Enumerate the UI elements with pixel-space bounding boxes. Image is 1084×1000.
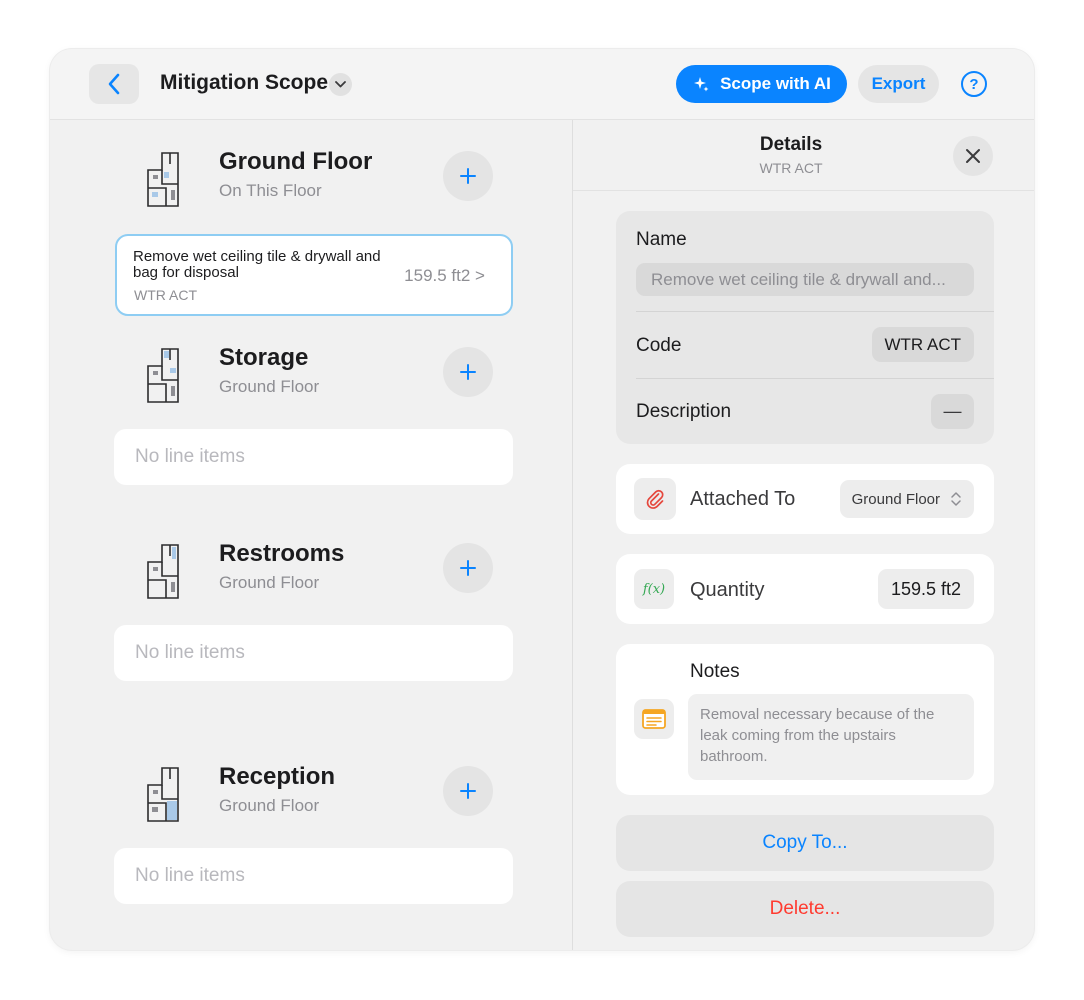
attachment-tile: [634, 478, 676, 520]
description-label: Description: [636, 401, 732, 422]
room-storage: Storage Ground Floor: [50, 344, 572, 414]
room-subtitle: Ground Floor: [219, 573, 320, 592]
notes-tile: [634, 699, 674, 739]
quantity-field[interactable]: 159.5 ft2: [877, 569, 974, 609]
attached-to-label: Attached To: [690, 488, 796, 510]
room-ground-floor: Ground Floor On This Floor: [50, 148, 572, 218]
empty-label: No line items: [135, 446, 245, 467]
name-label: Name: [636, 229, 687, 250]
floorplan-icon: [147, 348, 179, 403]
line-item-code: WTR ACT: [134, 287, 197, 303]
plus-icon: [460, 560, 476, 576]
code-field[interactable]: WTR ACT: [871, 327, 974, 362]
details-subtitle: WTR ACT: [759, 160, 823, 176]
name-field[interactable]: Remove wet ceiling tile & drywall and...: [636, 263, 974, 296]
help-icon[interactable]: ?: [961, 71, 987, 97]
line-item-quantity: 159.5 ft2 >: [404, 266, 485, 285]
attached-to-value: Ground Floor: [851, 490, 940, 508]
quantity-label: Quantity: [690, 579, 765, 601]
empty-line-items: No line items: [114, 625, 513, 681]
scope-with-ai-button[interactable]: Scope with AI: [676, 65, 847, 103]
back-button[interactable]: [89, 64, 139, 104]
room-subtitle: On This Floor: [219, 181, 322, 200]
plus-icon: [460, 364, 476, 380]
room-name: Storage: [219, 344, 309, 371]
details-title: Details: [759, 134, 823, 155]
app-window: Mitigation Scope Scope with AI Export ? …: [50, 49, 1034, 950]
room-subtitle: Ground Floor: [219, 796, 320, 815]
notes-card: Notes Removal necessary because of the l…: [616, 644, 994, 795]
delete-button[interactable]: Delete...: [616, 881, 994, 937]
copy-to-button[interactable]: Copy To...: [616, 815, 994, 871]
empty-label: No line items: [135, 865, 245, 886]
attached-to-select[interactable]: Ground Floor: [839, 480, 974, 518]
details-fields-card: Name Remove wet ceiling tile & drywall a…: [616, 211, 994, 444]
pane-divider: [572, 120, 573, 950]
room-name: Ground Floor: [219, 148, 373, 175]
add-line-item-button[interactable]: [443, 543, 493, 593]
details-header: Details WTR ACT: [573, 120, 1034, 191]
page-title: Mitigation Scope: [160, 71, 328, 94]
room-reception: Reception Ground Floor: [50, 763, 572, 833]
plus-icon: [460, 783, 476, 799]
floorplan-icon: [147, 544, 179, 599]
add-line-item-button[interactable]: [443, 766, 493, 816]
top-bar: Mitigation Scope Scope with AI Export ?: [50, 49, 1034, 120]
formula-tile: f(x): [634, 569, 674, 609]
notes-label: Notes: [690, 661, 740, 682]
plus-icon: [460, 168, 476, 184]
updown-chevron-icon: [951, 492, 961, 506]
floorplan-icon: [147, 152, 179, 207]
divider: [636, 378, 994, 379]
function-icon: f(x): [642, 581, 666, 597]
chevron-down-icon: [335, 81, 346, 88]
add-line-item-button[interactable]: [443, 151, 493, 201]
paperclip-icon: [646, 489, 664, 509]
export-button[interactable]: Export: [858, 65, 939, 103]
empty-label: No line items: [135, 642, 245, 663]
quantity-row: f(x) Quantity 159.5 ft2: [616, 554, 994, 624]
room-restrooms: Restrooms Ground Floor: [50, 540, 572, 610]
notes-field[interactable]: Removal necessary because of the leak co…: [688, 694, 974, 780]
room-name: Restrooms: [219, 540, 345, 567]
code-label: Code: [636, 335, 682, 356]
empty-line-items: No line items: [114, 848, 513, 904]
line-item-name: Remove wet ceiling tile & drywall and ba…: [133, 248, 381, 281]
close-icon: [966, 149, 980, 163]
room-subtitle: Ground Floor: [219, 377, 320, 396]
divider: [636, 311, 994, 312]
title-menu-button[interactable]: [329, 73, 352, 96]
add-line-item-button[interactable]: [443, 347, 493, 397]
empty-line-items: No line items: [114, 429, 513, 485]
room-name: Reception: [219, 763, 336, 790]
attached-to-row: Attached To Ground Floor: [616, 464, 994, 534]
line-item-card[interactable]: Remove wet ceiling tile & drywall and ba…: [115, 234, 513, 316]
notes-icon: [642, 709, 666, 729]
floorplan-icon: [147, 767, 179, 822]
description-field[interactable]: —: [931, 394, 974, 429]
scope-with-ai-label: Scope with AI: [720, 74, 831, 93]
close-button[interactable]: [953, 136, 993, 176]
chevron-left-icon: [108, 73, 120, 95]
sparkle-icon: [694, 77, 709, 92]
